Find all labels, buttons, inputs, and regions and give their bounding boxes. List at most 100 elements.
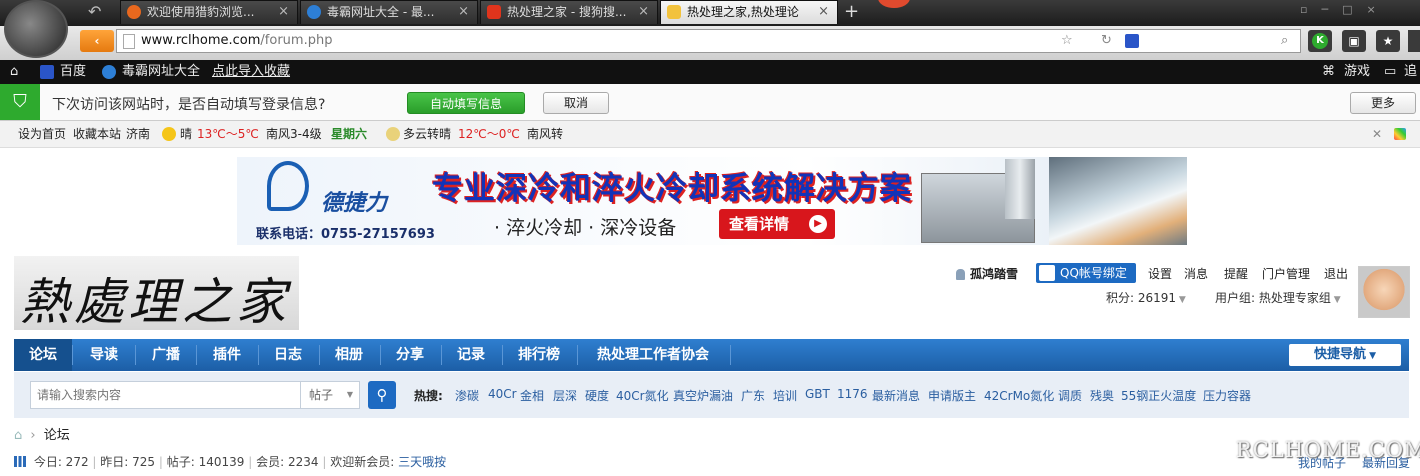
user-points[interactable]: 积分: 26191 ▼ [1106, 287, 1186, 311]
import-bookmarks-link[interactable]: 点此导入收藏 [212, 60, 290, 84]
favorites-star-icon[interactable]: ★ [1376, 30, 1400, 52]
nav-label: 导读 [90, 347, 118, 363]
nav-item-plugins[interactable]: 插件 [197, 339, 257, 371]
search-scope-label: 帖子 [309, 388, 334, 402]
hot-tag[interactable]: 真空炉漏油 [673, 387, 733, 404]
hot-tag[interactable]: 55钢正火温度 [1121, 387, 1196, 404]
nav-item-ranking[interactable]: 排行榜 [502, 339, 576, 371]
set-home-link[interactable]: 设为首页 [18, 121, 66, 147]
back-button[interactable]: ‹ [80, 30, 114, 52]
hot-tag[interactable]: GBT [805, 387, 830, 401]
user-link-portal[interactable]: 门户管理 [1262, 263, 1310, 285]
user-link-settings[interactable]: 设置 [1148, 263, 1172, 285]
nav-item-blog[interactable]: 日志 [258, 339, 318, 371]
nav-item-records[interactable]: 记录 [441, 339, 501, 371]
banner-cta-button[interactable]: 查看详情 ▶ [719, 209, 835, 239]
close-icon[interactable]: × [458, 1, 469, 23]
stats-icon [14, 456, 26, 467]
autofill-accept-button[interactable]: 自动填写信息 [407, 92, 525, 114]
tab-2[interactable]: 毒霸网址大全 - 最... × [300, 0, 478, 24]
hot-tag[interactable]: 培训 [773, 387, 797, 404]
window-controls[interactable]: ▫─□× [1300, 3, 1390, 16]
forum-stats: 今日: 272 | 昨日: 725 | 帖子: 140139 | 会员: 223… [14, 452, 446, 472]
record-icon[interactable] [878, 0, 910, 8]
nav-item-broadcast[interactable]: 广播 [136, 339, 196, 371]
bookmark-duba[interactable]: 毒霸网址大全 [122, 60, 200, 84]
hot-tag[interactable]: 40Cr氮化 [616, 387, 669, 404]
nav-item-forum[interactable]: 论坛 [14, 339, 72, 371]
autofill-cancel-button[interactable]: 取消 [543, 92, 609, 114]
bookmark-baidu[interactable]: 百度 [60, 60, 86, 84]
bookmark-drama[interactable]: 追 [1404, 60, 1417, 84]
star-icon[interactable]: ☆ [1061, 30, 1073, 52]
new-tab-button[interactable]: + [844, 1, 859, 22]
banner-ad[interactable]: 德捷力 专业深冷和淬火冷却系统解决方案 联系电话：0755-27157693 ·… [237, 157, 1187, 245]
tab-3[interactable]: 热处理之家 - 搜狗搜... × [480, 0, 658, 24]
home-icon[interactable]: ⌂ [10, 60, 18, 84]
hot-tag[interactable]: 40Cr [488, 387, 517, 401]
back-icon[interactable]: ↶ [88, 2, 101, 21]
user-link-messages[interactable]: 消息 [1184, 263, 1208, 285]
nav-item-share[interactable]: 分享 [380, 339, 440, 371]
tab-label: 热处理之家,热处理论 [687, 5, 799, 19]
home-icon[interactable]: ⌂ [14, 428, 22, 443]
search-button[interactable]: ⚲ [368, 381, 396, 409]
kingsoft-icon[interactable]: K [1308, 30, 1332, 52]
refresh-icon[interactable]: ↻ [1101, 30, 1112, 52]
address-toolbar: ‹ www.rclhome.com/forum.php ☆ ↻ ⌕ K ▣ ★ [0, 26, 1420, 60]
bookmark-games[interactable]: 游戏 [1344, 60, 1370, 84]
close-icon[interactable]: × [278, 1, 289, 23]
hot-tag[interactable]: 层深 [553, 387, 577, 404]
username[interactable]: 孤鸿踏雪 [970, 263, 1018, 285]
hot-tag[interactable]: 金相 [520, 387, 544, 404]
hot-tag[interactable]: 广东 [741, 387, 765, 404]
newest-member-link[interactable]: 三天哦按 [398, 455, 446, 469]
hot-tag[interactable]: 硬度 [585, 387, 609, 404]
palette-icon[interactable] [1394, 128, 1406, 140]
nav-item-album[interactable]: 相册 [319, 339, 379, 371]
search-engine-icon[interactable] [1125, 34, 1139, 48]
quick-nav-button[interactable]: 快捷导航 ▼ [1289, 344, 1401, 366]
lock-icon[interactable]: ▣ [1342, 30, 1366, 52]
avatar[interactable] [1358, 266, 1410, 318]
user-group[interactable]: 用户组: 热处理专家组 ▼ [1215, 287, 1341, 311]
main-nav: 论坛 导读 广播 插件 日志 相册 分享 记录 排行榜 热处理工作者协会 快捷导… [14, 339, 1409, 371]
menu-icon[interactable] [1408, 30, 1420, 52]
hot-tag[interactable]: 残奥 [1090, 387, 1114, 404]
hot-tag[interactable]: 渗碳 [455, 387, 479, 404]
hot-tag[interactable]: 最新消息 [872, 387, 920, 404]
tab-4[interactable]: 热处理之家,热处理论 × [660, 0, 838, 24]
close-icon[interactable]: × [638, 1, 649, 23]
close-icon[interactable]: × [818, 1, 829, 23]
machine-tower-image [1005, 159, 1035, 219]
search-icon[interactable]: ⌕ [1281, 30, 1288, 52]
user-link-logout[interactable]: 退出 [1324, 263, 1348, 285]
stats-posts: 帖子: 140139 [166, 455, 245, 469]
hot-tag[interactable]: 42CrMo氮化 [984, 387, 1054, 404]
qq-bind-button[interactable]: QQ帐号绑定 [1036, 263, 1136, 283]
weather-city: 济南 [126, 127, 151, 141]
banner-headline: 专业深冷和淬火冷却系统解决方案 [432, 171, 912, 207]
address-bar[interactable]: www.rclhome.com/forum.php ☆ ↻ ⌕ [116, 29, 1301, 53]
more-button[interactable]: 更多 [1350, 92, 1416, 114]
collapse-icon[interactable]: ✕ [1372, 121, 1382, 147]
browser-logo-icon[interactable] [4, 0, 68, 58]
chevron-down-icon: ▼ [346, 390, 353, 399]
autofill-bar: ⛉ 下次访问该网站时，是否自动填写登录信息? 自动填写信息 取消 更多 [0, 84, 1420, 121]
site-logo[interactable]: 熱處理之家 [14, 256, 299, 330]
hot-tag[interactable]: 压力容器 [1203, 387, 1251, 404]
url-path: /forum.php [260, 33, 333, 48]
nav-label: 记录 [457, 347, 485, 363]
bookmark-site-link[interactable]: 收藏本站 [73, 121, 121, 147]
hot-tag[interactable]: 1176 [837, 387, 868, 401]
search-scope-select[interactable]: 帖子 ▼ [300, 381, 360, 409]
hot-tag[interactable]: 申请版主 [928, 387, 976, 404]
nav-item-guide[interactable]: 导读 [74, 339, 134, 371]
search-input[interactable] [30, 381, 300, 409]
tab-1[interactable]: 欢迎使用猎豹浏览... × [120, 0, 298, 24]
chevron-down-icon: ▼ [1176, 295, 1186, 305]
breadcrumb-forum[interactable]: 论坛 [44, 428, 70, 443]
hot-tag[interactable]: 调质 [1058, 387, 1082, 404]
user-link-notices[interactable]: 提醒 [1224, 263, 1248, 285]
nav-item-association[interactable]: 热处理工作者协会 [578, 339, 728, 371]
